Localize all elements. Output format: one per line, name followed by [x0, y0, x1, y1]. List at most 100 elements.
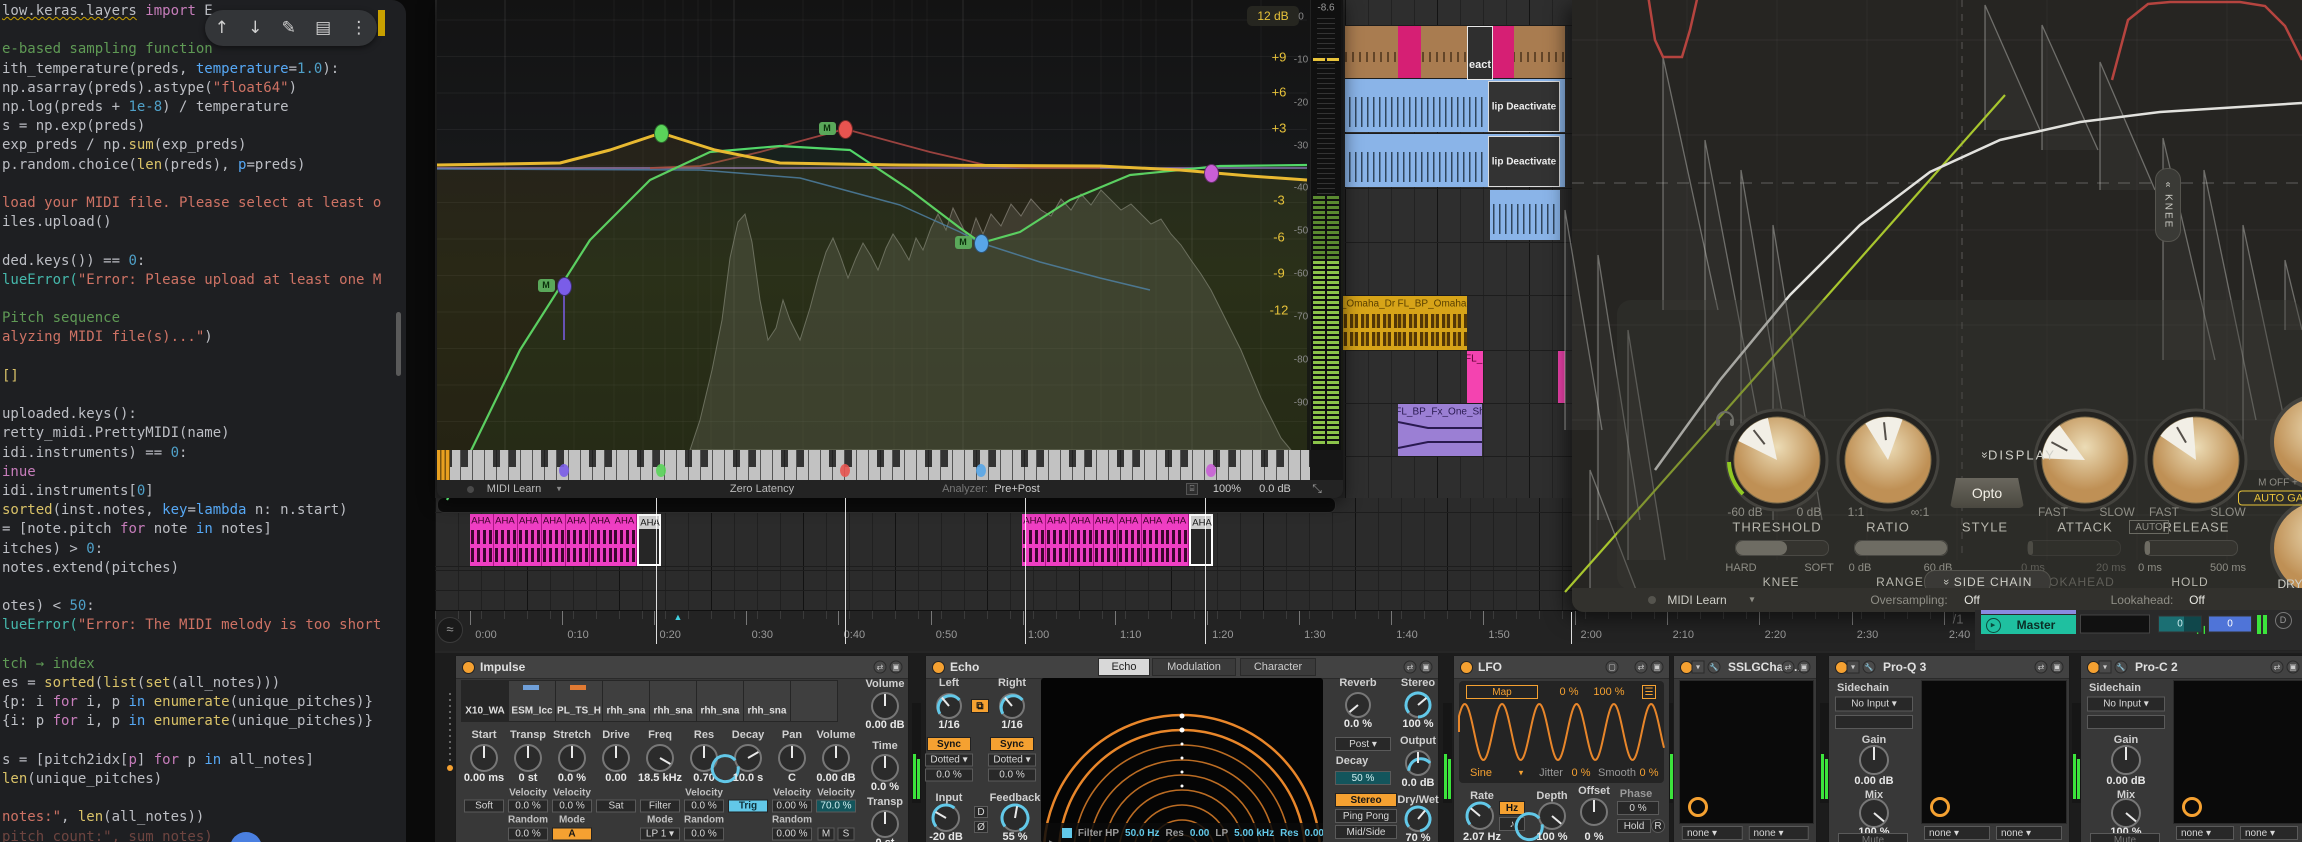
sub-button[interactable]: 0.0 %: [684, 828, 724, 841]
send-b-box[interactable]: 0: [2208, 616, 2252, 633]
audio-clip[interactable]: AHA: [566, 514, 590, 566]
lookahead-value[interactable]: Off: [2189, 593, 2205, 607]
meter-mode-select[interactable]: ❙❙1/2▾: [2080, 615, 2150, 634]
gain-knob[interactable]: [2110, 744, 2142, 776]
send-a-box[interactable]: 0: [2158, 616, 2202, 633]
analyzer-value[interactable]: Pre+Post: [994, 483, 1040, 495]
clip[interactable]: [1398, 26, 1421, 78]
audio-clip[interactable]: AHA: [1094, 514, 1118, 566]
audio-clip[interactable]: AHA: [1142, 514, 1166, 566]
sub-button[interactable]: 0.0 %: [508, 828, 548, 841]
stereo-width-knob[interactable]: [1404, 691, 1432, 719]
clip-deactivate-box[interactable]: lip Deactivate: [1488, 81, 1560, 132]
input-knob[interactable]: [931, 803, 961, 833]
jitter-value[interactable]: 0 %: [1572, 767, 1591, 779]
sub-button[interactable]: Soft: [464, 800, 504, 813]
latency-mode[interactable]: Zero Latency: [730, 483, 794, 495]
retrigger-button[interactable]: R: [1651, 819, 1665, 833]
hz-mode[interactable]: Hz: [1499, 801, 1525, 815]
sample-slot[interactable]: rhh_sna: [649, 680, 697, 722]
pan-knob[interactable]: [777, 743, 807, 773]
rate-knob[interactable]: [1465, 801, 1495, 831]
sidechain-input-select[interactable]: No Input ▾: [1835, 697, 1913, 712]
save-preset-icon[interactable]: ▣: [2287, 661, 2300, 674]
midi-learn-led[interactable]: [1648, 596, 1656, 604]
impulse-device[interactable]: Impulse⇄▣X10_WAESM_IccPL_TS_Hrhh_snarhh_…: [455, 655, 909, 842]
sub-button[interactable]: Filter: [640, 800, 680, 813]
loop-marker[interactable]: ▲: [674, 612, 683, 622]
sub-button[interactable]: Sat: [596, 800, 636, 813]
filter-param[interactable]: Filter HP: [1078, 828, 1119, 839]
ping-pong-mode[interactable]: Ping Pong: [1335, 809, 1397, 823]
audio-clip[interactable]: AHA: [542, 514, 566, 566]
wrench-icon[interactable]: 🔧: [2115, 661, 2128, 674]
zoom-back-button[interactable]: ≈: [437, 617, 463, 643]
piano-keyboard[interactable]: [437, 450, 1310, 480]
clip[interactable]: [1491, 26, 1514, 78]
hot-swap-icon[interactable]: ⇄: [2271, 661, 2284, 674]
mix-knob[interactable]: [2110, 797, 2142, 829]
delete-icon[interactable]: ▤: [315, 18, 331, 38]
keyboard-band-dot[interactable]: [559, 464, 569, 477]
midi-learn-led[interactable]: [467, 486, 474, 493]
transp-knob[interactable]: [513, 743, 543, 773]
band-mute-tag[interactable]: M: [955, 236, 972, 249]
phase-value[interactable]: 0 %: [1617, 801, 1659, 815]
move-up-icon[interactable]: ↑: [215, 18, 229, 38]
gain-knob[interactable]: [1858, 744, 1890, 776]
smooth-value[interactable]: 0 %: [1640, 767, 1659, 779]
oversampling-value[interactable]: Off: [1964, 593, 1980, 607]
audio-clip[interactable]: AHA: [590, 514, 614, 566]
hot-swap-icon[interactable]: ⇄: [1404, 661, 1417, 674]
feedback-knob[interactable]: [1000, 803, 1030, 833]
selected-clip[interactable]: AHA: [637, 514, 661, 566]
routing-select[interactable]: none ▾: [2176, 826, 2234, 840]
routing-select[interactable]: none ▾: [1749, 826, 1810, 840]
eq-range-badge[interactable]: 12 dB: [1247, 6, 1299, 26]
audio-clip[interactable]: AHA: [1118, 514, 1142, 566]
sub-button[interactable]: 0.0 %: [508, 800, 548, 813]
offset-value[interactable]: 0.0 %: [988, 769, 1036, 782]
lfo-display[interactable]: Map0 %100 %☰Sine▾Jitter0 %Smooth0 %: [1459, 681, 1664, 783]
keyboard-band-dot[interactable]: [656, 464, 666, 477]
eq-band-dot[interactable]: [974, 234, 989, 253]
clip-deactivate-box[interactable]: lip Deactivate: [1488, 136, 1560, 187]
device-activator[interactable]: [932, 661, 945, 674]
reverb-knob[interactable]: [1344, 691, 1372, 719]
sub-button[interactable]: 0.00 %: [772, 800, 812, 813]
unfold-icon[interactable]: ▾: [2099, 661, 2112, 674]
selected-clip[interactable]: AHA: [1189, 514, 1213, 566]
mute-button[interactable]: M: [818, 828, 835, 841]
sub-button[interactable]: 0.0 %: [552, 800, 592, 813]
master-track-header[interactable]: ▸Master❙❙1/2▾00D: [1975, 610, 2302, 650]
slider-knee[interactable]: [1735, 540, 1829, 556]
sub-button[interactable]: Trig: [728, 800, 768, 813]
routing-select[interactable]: none ▾: [2240, 826, 2298, 840]
device-chain[interactable]: Impulse⇄▣X10_WAESM_IccPL_TS_Hrhh_snarhh_…: [435, 653, 2302, 842]
slider-lookahead[interactable]: [2027, 540, 2121, 556]
keyboard-band-dot[interactable]: [976, 464, 986, 477]
freq-knob[interactable]: [645, 743, 675, 773]
more-icon[interactable]: ⋮: [350, 18, 367, 38]
left-time-knob[interactable]: [935, 692, 963, 720]
echo-device[interactable]: Echo⇄▣EchoModulationCharacterLeftRight⧉1…: [925, 655, 1439, 842]
slider-hold[interactable]: [2144, 540, 2238, 556]
filter-param[interactable]: 50.0 Hz: [1125, 828, 1159, 839]
depth-knob[interactable]: [1537, 801, 1567, 831]
map-button[interactable]: Map: [1466, 685, 1538, 699]
compressor-plugin-window[interactable]: « KNEE-60 dB0 dBTHRESHOLD1:1∞:1RATIOFAST…: [1572, 0, 2302, 612]
eq-bottom-bar[interactable]: MIDI Learn▾Zero LatencyAnalyzer:Pre+Post…: [437, 480, 1343, 498]
output-gain[interactable]: 0.0 dB: [1259, 483, 1291, 495]
stereo-mode[interactable]: Stereo: [1335, 793, 1397, 807]
auto-release-badge[interactable]: AUTO: [2129, 520, 2169, 534]
play-icon[interactable]: ▶: [1049, 838, 1056, 842]
routing-select[interactable]: none ▾: [1682, 826, 1743, 840]
eq-plugin-window[interactable]: MMM12 dB+9+6+3-3-6-9-120-10-20-30-40-50-…: [437, 0, 1343, 498]
min-percent[interactable]: 0 %: [1560, 686, 1579, 698]
mute-button[interactable]: Mute: [2090, 833, 2160, 842]
sample-slot[interactable]: ESM_Icc: [508, 680, 556, 722]
save-preset-icon[interactable]: ▣: [1798, 661, 1811, 674]
save-preset-icon[interactable]: ▣: [2051, 661, 2064, 674]
sync-toggle[interactable]: Sync: [990, 737, 1034, 751]
division-select[interactable]: Dotted ▾: [988, 754, 1036, 767]
